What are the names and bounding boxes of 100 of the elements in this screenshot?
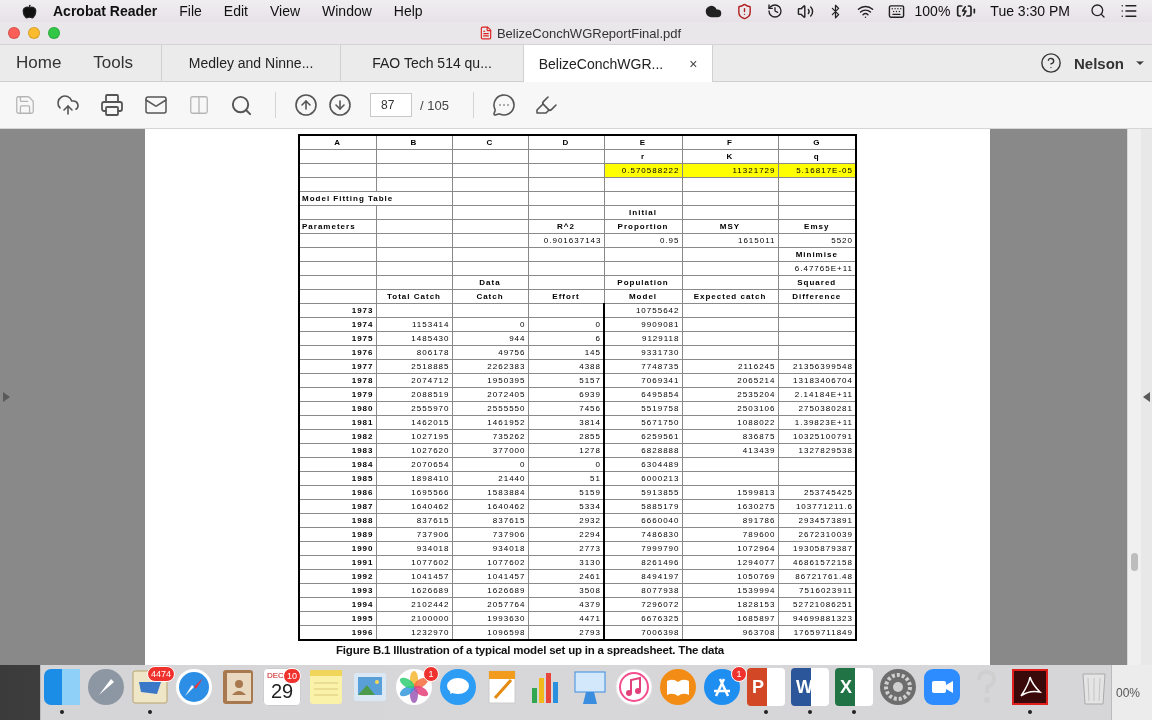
table-cell: 1695566 (376, 485, 452, 500)
table-cell: 0.901637143 (528, 233, 604, 248)
menu-item[interactable]: Acrobat Reader (53, 3, 158, 19)
table-cell: 1980 (299, 401, 376, 416)
volume-icon[interactable] (796, 2, 814, 20)
menu-item[interactable]: Edit (223, 3, 248, 19)
table-cell: 5671750 (604, 415, 682, 430)
page-number-field[interactable]: 87 (370, 93, 412, 117)
table-cell: 2855 (528, 429, 604, 444)
acrobat-icon[interactable] (1011, 668, 1049, 706)
table-cell: 806178 (376, 345, 452, 360)
table-cell: 934018 (452, 541, 528, 556)
table-cell: 7486830 (604, 527, 682, 542)
table-cell: Parameters (299, 219, 376, 234)
table-cell: 836875 (682, 429, 778, 444)
menu-item[interactable]: Window (322, 3, 372, 19)
table-cell: 1828153 (682, 597, 778, 612)
table-cell: 51 (528, 471, 604, 486)
table-cell: 7456 (528, 401, 604, 416)
table-cell: 1153414 (376, 317, 452, 332)
table-cell: 2294 (528, 527, 604, 542)
table-cell: 1976 (299, 345, 376, 360)
chat-bubble-icon[interactable] (439, 668, 477, 706)
table-cell: 789600 (682, 527, 778, 542)
table-cell: 6660040 (604, 513, 682, 528)
document-tab[interactable]: BelizeConchWGR... × (523, 45, 713, 82)
close-icon[interactable]: × (689, 55, 698, 72)
table-cell: 1027195 (376, 429, 452, 444)
table-cell: 6676325 (604, 611, 682, 626)
keyboard-icon[interactable] (887, 2, 905, 20)
table-cell: 1988 (299, 513, 376, 528)
column-header: A (299, 135, 376, 150)
comment-icon[interactable] (491, 93, 516, 117)
table-cell: 8494197 (604, 569, 682, 584)
clock-icon[interactable] (766, 3, 783, 19)
app-icon[interactable]: P (747, 668, 785, 706)
table-cell: 4388 (528, 359, 604, 374)
search-icon[interactable] (1090, 3, 1106, 19)
table-cell: 0.95 (604, 233, 682, 248)
table-cell: 944 (452, 331, 528, 346)
user-menu[interactable]: Nelson (1074, 54, 1124, 72)
menu-item[interactable]: Help (393, 3, 423, 19)
table-cell: 9909081 (604, 317, 682, 332)
table-cell: 735262 (452, 429, 528, 444)
table-cell: 1987 (299, 499, 376, 514)
gear-icon[interactable] (879, 668, 917, 706)
open-book-icon[interactable] (659, 668, 697, 706)
notification-badge: 10 (283, 668, 301, 684)
table-cell: 1077602 (376, 555, 452, 570)
flower-icon[interactable] (395, 668, 433, 706)
close-button[interactable] (8, 27, 20, 39)
menu-item[interactable]: View (269, 3, 301, 19)
menu-item[interactable]: File (179, 3, 202, 19)
list-icon[interactable] (1120, 2, 1138, 20)
table-cell: 1583884 (452, 485, 528, 500)
table-cell: K (682, 149, 778, 164)
help-icon[interactable] (1040, 52, 1062, 74)
calendar-icon[interactable]: DEC 29 10 (263, 668, 301, 706)
table-cell: 3508 (528, 583, 604, 598)
table-cell: 2932 (528, 513, 604, 528)
document-tab[interactable]: Medley and Ninne... (161, 45, 341, 81)
zoom-button[interactable] (48, 27, 60, 39)
table-cell: 2116245 (682, 359, 778, 374)
table-cell: 6 (528, 331, 604, 346)
clock[interactable]: Tue 3:30 PM (990, 3, 1070, 19)
nav-link[interactable]: Home (0, 45, 78, 81)
table-cell: Effort (528, 289, 604, 304)
table-cell: 837615 (452, 513, 528, 528)
scrollbar[interactable] (1127, 129, 1141, 665)
table-cell: 2461 (528, 569, 604, 584)
cloud-upload-icon[interactable] (56, 93, 80, 117)
table-cell: 1072964 (682, 541, 778, 556)
mail-icon[interactable] (144, 93, 168, 117)
pdf-file-icon (478, 26, 493, 40)
table-cell: 2503106 (682, 401, 778, 416)
podium-icon[interactable] (571, 668, 609, 706)
column-header: B (376, 135, 452, 150)
table-cell: 1950395 (452, 373, 528, 388)
scroll-thumb[interactable] (1131, 553, 1138, 571)
table-cell: 1539994 (682, 583, 778, 598)
compass-icon[interactable] (175, 668, 213, 706)
table-cell: Model (604, 289, 682, 304)
collapse-panel-icon[interactable] (1143, 392, 1150, 402)
highlighter-icon[interactable] (533, 93, 558, 117)
app-store-icon[interactable] (703, 668, 741, 706)
video-camera-icon[interactable] (923, 668, 961, 706)
table-cell: 1982 (299, 429, 376, 444)
table-cell: 1977 (299, 359, 376, 374)
music-note-icon[interactable] (615, 668, 653, 706)
table-cell: 21440 (452, 471, 528, 486)
shield-icon[interactable] (735, 2, 753, 20)
table-cell: 1088022 (682, 415, 778, 430)
search-icon[interactable] (230, 93, 253, 117)
printer-icon[interactable] (100, 93, 124, 117)
page-down-icon[interactable] (328, 93, 352, 117)
apple-icon[interactable] (22, 3, 37, 19)
table-cell: 1027620 (376, 443, 452, 458)
app-icon[interactable]: X (835, 668, 873, 706)
page-up-icon[interactable] (294, 93, 318, 117)
nav-link[interactable]: Tools (77, 45, 150, 81)
